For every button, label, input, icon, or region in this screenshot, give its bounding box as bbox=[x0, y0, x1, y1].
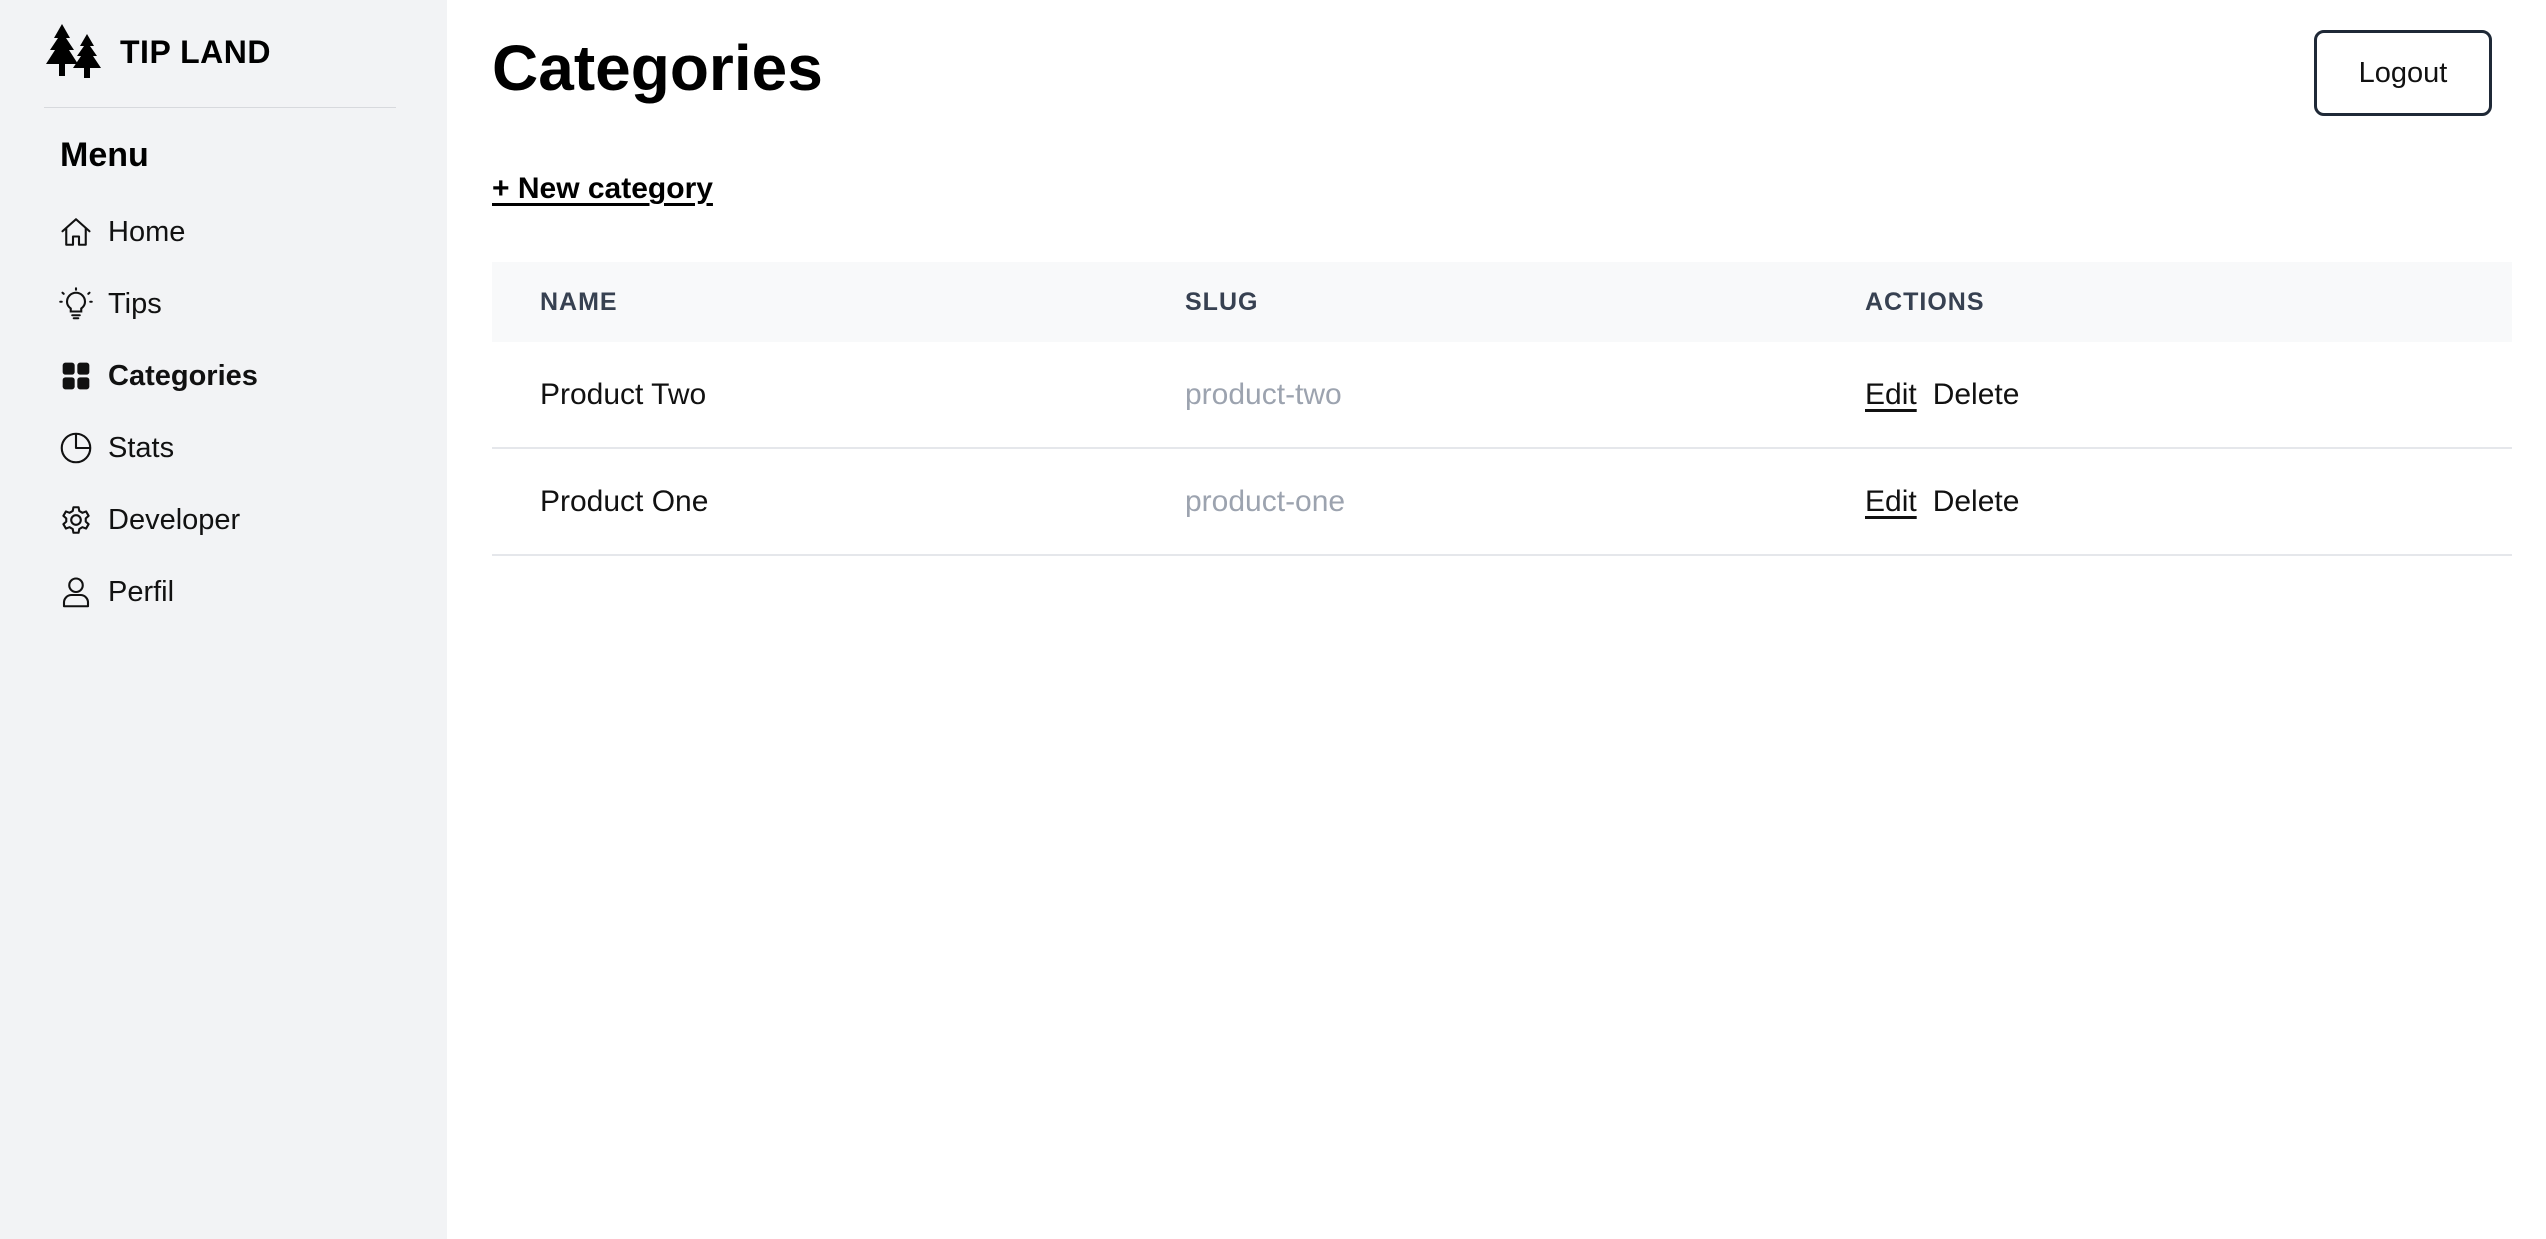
user-icon bbox=[56, 572, 96, 612]
column-header-name: NAME bbox=[540, 287, 618, 316]
category-slug: product-one bbox=[1185, 448, 1865, 556]
sidebar-item-label: Perfil bbox=[108, 575, 175, 608]
column-header-slug: SLUG bbox=[1185, 287, 1259, 316]
new-category-link[interactable]: + New category bbox=[492, 172, 713, 206]
sidebar-item-stats[interactable]: Stats bbox=[56, 412, 416, 484]
sidebar-item-categories[interactable]: Categories bbox=[56, 340, 416, 412]
lightbulb-icon bbox=[56, 284, 96, 324]
home-icon bbox=[56, 212, 96, 252]
app: TIP LAND Menu Home Tips Categories Stats… bbox=[0, 0, 2546, 1239]
sidebar-item-developer[interactable]: Developer bbox=[56, 484, 416, 556]
sidebar-nav: Home Tips Categories Stats Developer Per… bbox=[56, 196, 416, 628]
table-row: Product One product-one Edit Delete bbox=[492, 448, 2512, 556]
sidebar-divider bbox=[44, 107, 396, 108]
brand[interactable]: TIP LAND bbox=[44, 24, 271, 80]
pine-trees-icon bbox=[44, 24, 106, 80]
edit-link[interactable]: Edit bbox=[1865, 378, 1917, 411]
categories-table: NAME SLUG ACTIONS Product Two product-tw… bbox=[492, 262, 2512, 556]
row-actions: Edit Delete bbox=[1865, 448, 2512, 556]
sidebar-item-label: Categories bbox=[108, 359, 258, 392]
table-header-row: NAME SLUG ACTIONS bbox=[492, 262, 2512, 342]
sidebar-item-label: Developer bbox=[108, 503, 241, 536]
sidebar-item-perfil[interactable]: Perfil bbox=[56, 556, 416, 628]
sidebar-item-label: Tips bbox=[108, 287, 162, 320]
gear-icon bbox=[56, 500, 96, 540]
main-content: Categories Logout + New category NAME SL… bbox=[447, 0, 2546, 1239]
menu-title: Menu bbox=[60, 136, 149, 174]
category-name: Product Two bbox=[492, 342, 1185, 449]
category-slug: product-two bbox=[1185, 342, 1865, 449]
table-row: Product Two product-two Edit Delete bbox=[492, 342, 2512, 449]
edit-link[interactable]: Edit bbox=[1865, 485, 1917, 518]
row-actions: Edit Delete bbox=[1865, 342, 2512, 449]
delete-button[interactable]: Delete bbox=[1933, 378, 2020, 411]
delete-button[interactable]: Delete bbox=[1933, 485, 2020, 518]
column-header-actions: ACTIONS bbox=[1865, 287, 1985, 316]
category-name: Product One bbox=[492, 448, 1185, 556]
sidebar-item-home[interactable]: Home bbox=[56, 196, 416, 268]
sidebar-item-label: Stats bbox=[108, 431, 175, 464]
logout-button[interactable]: Logout bbox=[2314, 30, 2492, 116]
sidebar: TIP LAND Menu Home Tips Categories Stats… bbox=[0, 0, 447, 1239]
pie-chart-icon bbox=[56, 428, 96, 468]
sidebar-item-tips[interactable]: Tips bbox=[56, 268, 416, 340]
sidebar-item-label: Home bbox=[108, 215, 186, 248]
grid-icon bbox=[56, 356, 96, 396]
page-title: Categories bbox=[492, 32, 823, 104]
brand-name: TIP LAND bbox=[120, 33, 271, 70]
